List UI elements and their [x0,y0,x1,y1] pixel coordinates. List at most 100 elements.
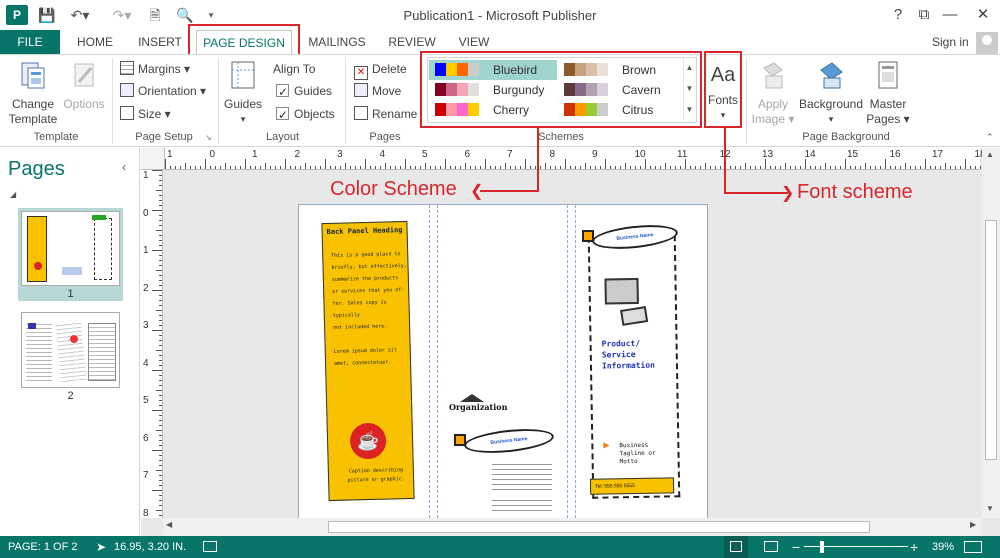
ruler-number: 17 [932,149,944,160]
ruler-number: 7 [507,149,513,160]
ruler-tick [159,460,162,461]
ruler-number: 2 [294,149,301,160]
ruler-tick [885,159,886,169]
ruler-tick [205,159,206,169]
tab-mailings[interactable]: MAILINGS [304,30,370,54]
tab-file[interactable]: FILE [0,30,60,54]
page-thumbnail-1[interactable]: 1 [18,208,123,301]
objects-checkbox-label: Objects [294,107,335,121]
move-page-button[interactable]: Move [354,81,401,101]
options-button[interactable]: Options [60,60,108,112]
single-page-view-button[interactable] [724,536,748,558]
collapse-ribbon-icon[interactable]: ⌃ [986,132,994,143]
ruler-number: 6 [464,149,471,160]
avatar[interactable] [976,32,998,54]
ruler-tick [575,166,576,169]
tab-home[interactable]: HOME [70,30,120,54]
pages-label: Pages ▾ [866,112,910,126]
maximize-button[interactable] [948,4,970,26]
ruler-tick [156,230,162,231]
delete-page-button[interactable]: ✕ Delete [354,59,407,80]
ruler-tick [159,515,162,516]
section-expand-icon[interactable]: ◢ [10,190,16,199]
close-button[interactable]: ✕ [972,4,994,26]
ruler-tick [600,166,601,169]
ruler-tick [159,295,162,296]
horizontal-ruler[interactable]: 10123456789101112131415161718 [165,148,986,170]
zoom-in-icon[interactable]: + [910,536,918,558]
orientation-button[interactable]: Orientation ▾ [120,81,206,101]
back-panel-heading: Back Panel Heading [326,226,403,237]
ruler-tick [159,185,162,186]
ruler-tick [156,390,162,391]
vertical-scroll-thumb[interactable] [985,220,997,460]
change-template-button[interactable]: Change Template [6,60,60,127]
ruler-tick [630,166,631,169]
cafe-logo-image[interactable]: ☕ [349,422,387,460]
help-button[interactable]: ? [887,4,909,26]
tab-insert[interactable]: INSERT [132,30,188,54]
size-icon [120,106,134,120]
sign-in-link[interactable]: Sign in [932,30,969,54]
ruler-tick [159,360,162,361]
zoom-level[interactable]: 39% [932,536,954,558]
ruler-tick [159,445,162,446]
rename-page-button[interactable]: Rename [354,104,417,124]
horizontal-scroll-thumb[interactable] [328,521,870,533]
scroll-left-icon[interactable]: ◀ [166,520,172,529]
guides-checkbox[interactable]: Guides [276,81,332,102]
ruler-tick [780,166,781,169]
scroll-down-icon[interactable]: ▼ [986,504,994,513]
ruler-tick [165,159,166,169]
scroll-right-icon[interactable]: ▶ [970,520,976,529]
objects-checkbox[interactable]: Objects [276,104,335,125]
master-pages-button[interactable]: Master Pages ▾ [866,60,910,127]
page-setup-launcher-icon[interactable]: ↘ [205,133,212,142]
page-indicator[interactable]: PAGE: 1 OF 2 [8,536,78,558]
scroll-up-icon[interactable]: ▲ [986,150,994,159]
group-divider [746,58,747,144]
zoom-out-icon[interactable]: − [792,536,800,558]
ruler-tick [755,166,756,169]
ruler-tick [830,166,831,169]
page-thumbnail-2[interactable]: 2 [18,310,123,402]
collapse-pane-icon[interactable]: ‹ [122,160,126,174]
ruler-tick [335,166,336,169]
ruler-tick [265,163,266,169]
orientation-label: Orientation [138,84,197,98]
horizontal-scrollbar[interactable]: ◀ ▶ [163,518,982,536]
template-icon [21,62,45,89]
front-panel[interactable]: Product/Service Information ▶ Business Tag… [587,235,681,499]
ruler-number: 6 [143,432,149,444]
ruler-tick [450,166,451,169]
ruler-tick [195,166,196,169]
ruler-tick [465,163,466,169]
back-panel-textbox[interactable]: Back Panel Heading This is a good place … [321,220,415,502]
delete-page-icon: ✕ [354,66,368,80]
ruler-tick [315,166,316,169]
back-panel-body: This is a good place to briefly, but effe… [331,248,410,370]
margins-button[interactable]: Margins ▾ [120,59,190,79]
ruler-tick [159,380,162,381]
guides-button[interactable]: Guides ▾ [222,60,264,127]
ruler-tick [159,465,162,466]
ruler-tick [240,166,241,169]
size-button[interactable]: Size ▾ [120,104,171,124]
fit-page-icon[interactable] [964,541,982,553]
ruler-tick [280,166,281,169]
vertical-scrollbar[interactable]: ▲ ▼ [982,148,1000,518]
two-page-view-icon[interactable] [764,541,778,552]
ruler-tick [159,220,162,221]
background-button[interactable]: Background ▾ [798,60,864,127]
ribbon-display-options-button[interactable]: ⧉ [913,4,935,26]
ruler-number: 4 [143,357,149,369]
status-bar: PAGE: 1 OF 2 ➤ 16.95, 3.20 IN. − + 39% [0,536,1000,558]
ruler-tick [660,166,661,169]
vertical-ruler[interactable]: 1 0 1 2 3 4 5 6 7 8 [141,170,163,519]
background-label: Background [798,97,864,111]
ruler-tick [400,166,401,169]
apply-image-button[interactable]: Apply Image ▾ [748,60,798,127]
zoom-slider-thumb[interactable] [820,541,824,553]
body-line: or services that you of- [332,287,405,295]
tagline-text: Business Tagline or Motto [619,441,656,466]
